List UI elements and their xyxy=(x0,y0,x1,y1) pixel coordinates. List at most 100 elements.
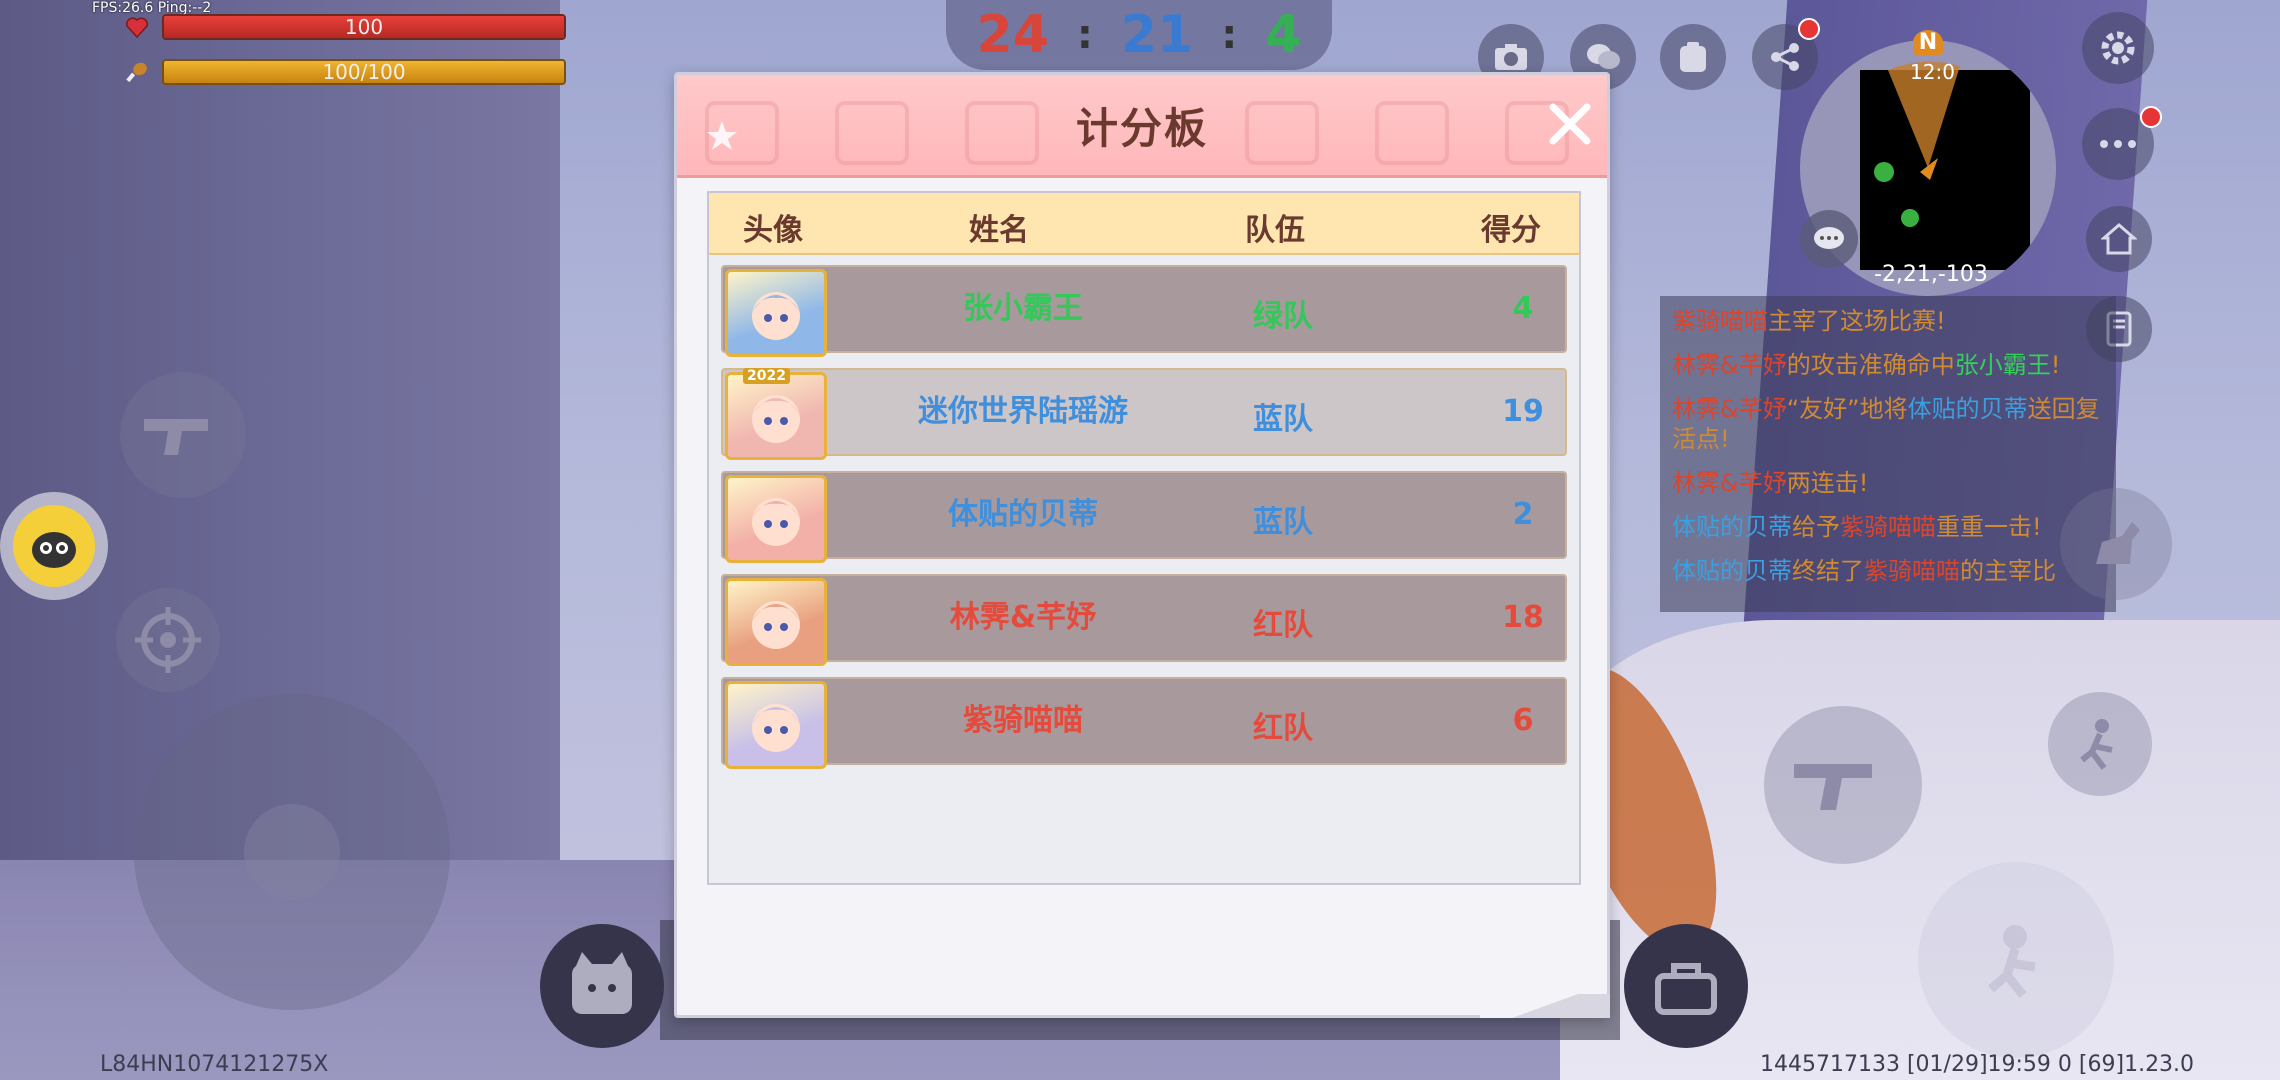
player-avatar[interactable] xyxy=(725,475,827,563)
score-separator: : xyxy=(1076,12,1093,58)
drumstick-icon xyxy=(124,59,150,85)
health-value: 100 xyxy=(344,15,384,39)
player-name: 体贴的贝蒂 xyxy=(948,497,1098,532)
gun-icon xyxy=(144,419,208,455)
build-menu-button[interactable] xyxy=(1624,924,1748,1048)
score-separator: : xyxy=(1221,12,1238,58)
player-score: 4 xyxy=(1512,291,1534,326)
scoreboard-table-header: 头像 姓名 队伍 得分 xyxy=(709,193,1579,255)
kill-feed-segment: 体贴的贝蒂 xyxy=(1672,513,1792,541)
player-row[interactable]: 2022 迷你世界陆瑶游 蓝队 19 xyxy=(721,368,1567,460)
kill-feed-segment: 主宰了这场比赛! xyxy=(1768,307,1946,335)
player-avatar[interactable] xyxy=(725,578,827,666)
kill-feed-segment: 体贴的贝蒂 xyxy=(1907,395,2028,423)
ellipsis-icon xyxy=(2100,140,2136,148)
player-row[interactable]: 张小霸王 绿队 4 xyxy=(721,265,1567,357)
scoreboard-title: 计分板 xyxy=(1075,104,1208,153)
kill-feed-segment: 两连击! xyxy=(1786,469,1869,497)
kill-feed-segment: 的主宰比 xyxy=(1960,557,2056,585)
player-name: 迷你世界陆瑶游 xyxy=(918,394,1128,429)
more-button[interactable] xyxy=(2082,106,2162,180)
red-team-score: 24 xyxy=(976,5,1049,65)
avatar-badge: 2022 xyxy=(743,368,790,384)
hunger-row: 100/100 xyxy=(124,59,566,85)
running-figure-icon xyxy=(2080,719,2113,770)
kill-feed-segment: 终结了 xyxy=(1792,557,1864,585)
aim-button[interactable] xyxy=(116,588,220,692)
kill-feed-line: 林霁&芊妤两连击! xyxy=(1672,468,2104,498)
kill-feed-segment: 林霁&芊妤 xyxy=(1672,469,1787,497)
minimap-north-marker: N xyxy=(1913,30,1943,55)
kill-feed-segment: 紫骑喵喵 xyxy=(1864,557,1960,585)
character-menu-button[interactable] xyxy=(540,924,664,1048)
emote-button[interactable] xyxy=(0,492,108,600)
kill-feed-segment: “友好”地将 xyxy=(1786,395,1908,423)
page-curl-decoration xyxy=(1480,994,1610,1018)
build-info: 1445717133 [01/29]19:59 0 [69]1.23.0 xyxy=(1760,1052,2195,1077)
scoreboard-dialog: 计分板 头像 姓名 队伍 得分 张小霸王 绿队 4 2022 迷你世界陆瑶游 蓝队 19 体贴… xyxy=(674,72,1610,1018)
gun-icon xyxy=(1794,764,1872,810)
speech-bubble-icon xyxy=(1814,227,1844,249)
minimap-coordinates: -2,21,-103 xyxy=(1874,262,1988,287)
kill-feed-segment: 紫骑喵喵 xyxy=(1840,513,1936,541)
kill-feed-segment: 林霁&芊妤 xyxy=(1672,395,1787,423)
joystick-knob[interactable] xyxy=(244,804,340,900)
share-icon xyxy=(1771,43,1799,71)
player-team: 蓝队 xyxy=(1253,505,1313,540)
horse-icon xyxy=(2096,522,2140,564)
green-team-score: 4 xyxy=(1265,5,1302,65)
settings-button[interactable] xyxy=(2082,12,2154,84)
crosshair-icon xyxy=(135,607,201,673)
home-icon xyxy=(2101,223,2137,255)
movement-joystick[interactable] xyxy=(134,694,450,1010)
toolbox-icon xyxy=(1655,963,1717,1015)
jump-button[interactable] xyxy=(2048,692,2152,796)
player-team: 红队 xyxy=(1253,711,1313,746)
team-score-bar: 24 : 21 : 4 xyxy=(946,0,1332,70)
player-row[interactable]: 林霁&芊妤 红队 18 xyxy=(721,574,1567,666)
mount-button[interactable] xyxy=(2060,488,2172,600)
heart-icon xyxy=(124,14,150,40)
kill-feed-segment: 林霁&芊妤 xyxy=(1672,351,1787,379)
scoreboard-header: 计分板 xyxy=(677,75,1607,178)
kill-feed-line: 林霁&芊妤“友好”地将体贴的贝蒂送回复活点! xyxy=(1672,394,2104,454)
player-avatar[interactable] xyxy=(725,681,827,769)
blue-team-score: 21 xyxy=(1120,5,1194,65)
mascot-face-icon xyxy=(13,505,95,587)
player-score: 2 xyxy=(1512,497,1534,532)
scoreboard-table: 头像 姓名 队伍 得分 张小霸王 绿队 4 2022 迷你世界陆瑶游 蓝队 19 体贴的贝蒂蓝… xyxy=(707,191,1581,885)
weapon-slot-button[interactable] xyxy=(120,372,246,498)
hunger-bar: 100/100 xyxy=(162,59,566,85)
home-button[interactable] xyxy=(2086,206,2152,272)
health-row: 100 xyxy=(124,14,566,40)
player-team: 绿队 xyxy=(1253,299,1313,334)
close-icon xyxy=(1549,103,1591,145)
column-header-team: 队伍 xyxy=(1245,213,1305,248)
action-button[interactable] xyxy=(1918,862,2114,1058)
health-bar: 100 xyxy=(162,14,566,40)
player-row[interactable]: 紫骑喵喵 红队 6 xyxy=(721,677,1567,769)
backpack-icon xyxy=(1680,42,1706,72)
notification-dot xyxy=(2140,106,2162,128)
kill-feed-segment: 张小霸王 xyxy=(1954,351,2051,379)
player-row[interactable]: 体贴的贝蒂 蓝队 2 xyxy=(721,471,1567,563)
column-header-name: 姓名 xyxy=(969,213,1029,248)
kill-feed-segment: 体贴的贝蒂 xyxy=(1672,557,1792,585)
column-header-score: 得分 xyxy=(1481,213,1541,248)
figure-icon xyxy=(1988,925,2036,998)
player-score: 19 xyxy=(1502,394,1544,429)
minimap-time: 12:0 xyxy=(1910,60,1955,84)
close-button[interactable] xyxy=(1545,99,1595,149)
player-avatar[interactable] xyxy=(725,372,827,460)
attack-button[interactable] xyxy=(1764,706,1922,864)
player-team: 红队 xyxy=(1253,608,1313,643)
kill-feed-line: 林霁&芊妤的攻击准确命中张小霸王! xyxy=(1672,350,2104,380)
backpack-button[interactable] xyxy=(1660,24,1726,90)
kill-feed-segment: 给予 xyxy=(1792,513,1840,541)
player-avatar[interactable] xyxy=(725,269,827,357)
player-name: 紫骑喵喵 xyxy=(963,703,1083,738)
gear-icon xyxy=(2101,31,2135,65)
kill-feed-segment: 的攻击准确命中 xyxy=(1786,351,1955,379)
player-score: 6 xyxy=(1512,703,1534,738)
quick-chat-button[interactable] xyxy=(1800,210,1858,268)
